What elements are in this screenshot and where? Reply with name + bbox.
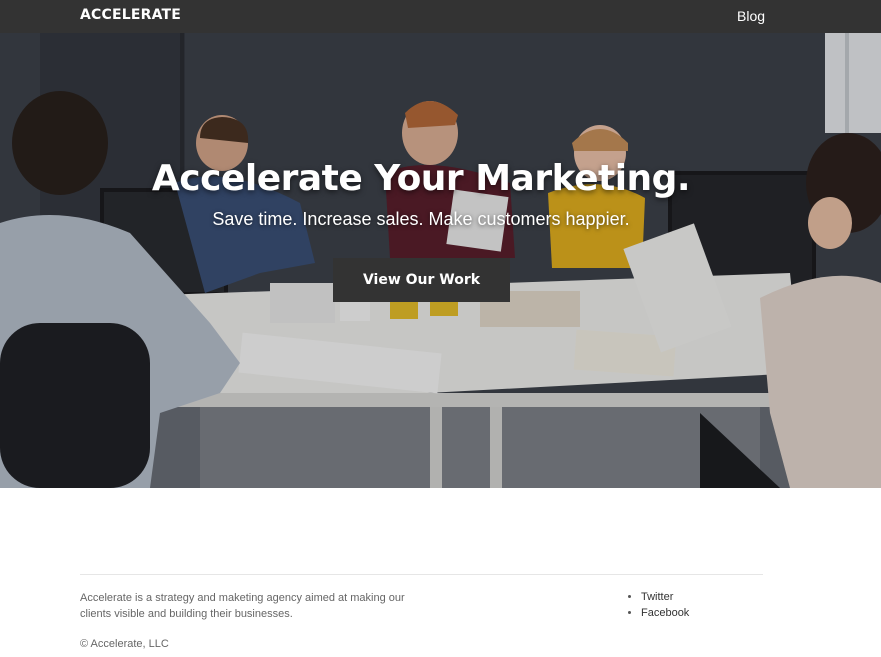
footer-divider bbox=[80, 574, 763, 575]
hero-section: Accelerate Your Marketing. Save time. In… bbox=[0, 33, 881, 488]
hero-title: Accelerate Your Marketing. bbox=[151, 158, 691, 200]
twitter-link[interactable]: Twitter bbox=[641, 591, 673, 603]
top-navbar: ACCELERATE Blog bbox=[0, 0, 881, 33]
footer-social-links: Twitter Facebook bbox=[626, 589, 689, 621]
hero-subtitle: Save time. Increase sales. Make customer… bbox=[212, 209, 630, 229]
footer-link-item: Twitter bbox=[641, 589, 689, 605]
brand-logo-link[interactable]: ACCELERATE bbox=[80, 7, 181, 23]
footer-link-item: Facebook bbox=[641, 605, 689, 621]
facebook-link[interactable]: Facebook bbox=[641, 607, 689, 619]
copyright-text: © Accelerate, LLC bbox=[80, 638, 169, 650]
footer-about-text: Accelerate is a strategy and maketing ag… bbox=[80, 592, 405, 620]
view-our-work-button[interactable]: View Our Work bbox=[333, 258, 510, 302]
nav-link-blog[interactable]: Blog bbox=[737, 8, 765, 24]
